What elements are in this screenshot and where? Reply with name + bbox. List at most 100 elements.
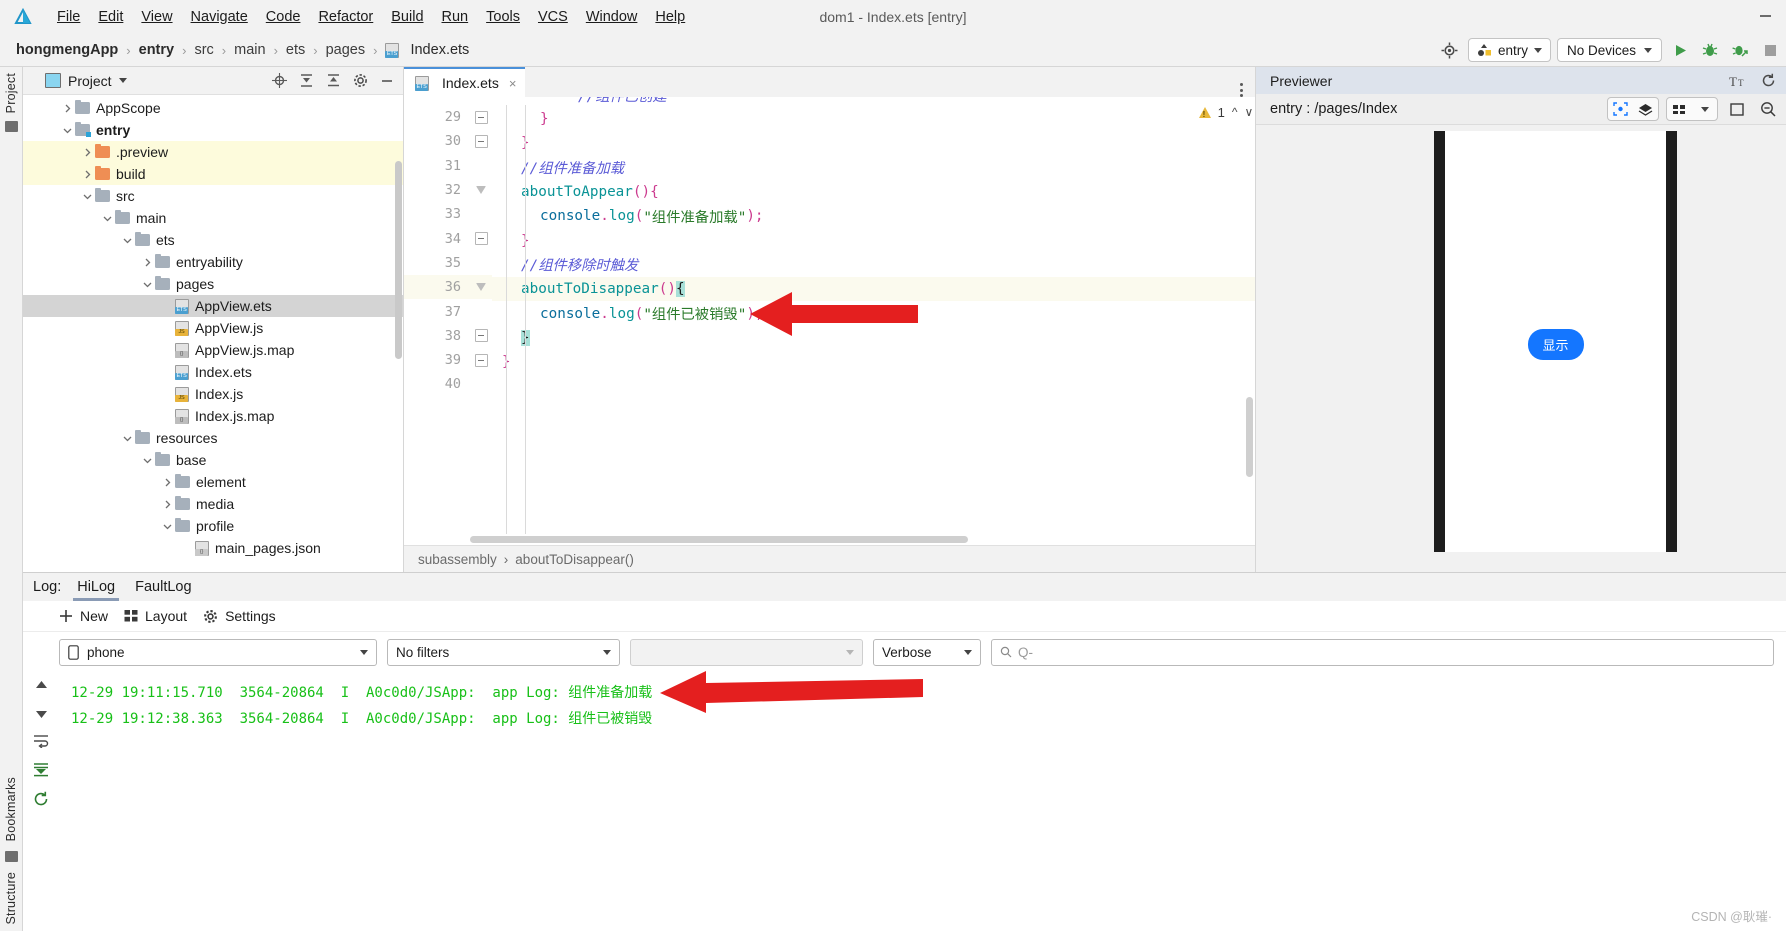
log-search-input[interactable]: Q- [991, 638, 1774, 666]
scroll-down-icon[interactable] [34, 707, 49, 720]
zoom-out-icon[interactable] [1756, 97, 1780, 121]
menu-item-edit[interactable]: Edit [89, 6, 132, 28]
tool-window-button-bookmarks[interactable]: Bookmarks [4, 777, 18, 841]
tree-item-index-ets[interactable]: ETS Index.ets [23, 361, 403, 383]
code-line[interactable]: aboutToAppear(){ [492, 180, 1255, 204]
code-line[interactable]: console. log("组件已被销毁"); [492, 301, 1255, 325]
code-line[interactable]: } [492, 228, 1255, 252]
status-path-method[interactable]: aboutToDisappear() [515, 552, 634, 567]
font-size-icon[interactable]: TT [1729, 74, 1747, 88]
layout-button[interactable]: Layout [124, 608, 187, 624]
chevron-down-icon[interactable] [119, 236, 135, 245]
tree-item-ets[interactable]: ets [23, 229, 403, 251]
layers-icon[interactable] [1633, 98, 1658, 120]
menu-item-tools[interactable]: Tools [477, 6, 529, 28]
previous-problem-icon[interactable]: ^ [1232, 105, 1238, 119]
menu-item-file[interactable]: File [48, 6, 89, 28]
tree-item-appscope[interactable]: AppScope [23, 97, 403, 119]
inspection-widget[interactable]: 1 ^ ∨ [1197, 97, 1255, 127]
tree-item-src[interactable]: src [23, 185, 403, 207]
fold-marker[interactable] [470, 348, 492, 372]
chevron-right-icon[interactable] [59, 104, 75, 113]
menu-item-view[interactable]: View [132, 6, 181, 28]
status-path-subassembly[interactable]: subassembly [418, 552, 497, 567]
tree-item-element[interactable]: element [23, 471, 403, 493]
code-line[interactable]: console. log("组件准备加载"); [492, 204, 1255, 228]
preview-show-button[interactable]: 显示 [1527, 329, 1584, 360]
chevron-down-icon[interactable] [139, 456, 155, 465]
device-filter-select[interactable]: phone [59, 638, 377, 666]
code-line[interactable]: aboutToDisappear(){ [492, 277, 1255, 302]
editor-tab-index-ets[interactable]: ETS Index.ets × [404, 67, 526, 97]
device-selector[interactable]: No Devices [1556, 38, 1662, 62]
breadcrumb-item-project[interactable]: hongmengApp [14, 42, 120, 58]
fold-marker[interactable] [470, 324, 492, 348]
restart-icon[interactable] [33, 791, 49, 807]
menu-item-vcs[interactable]: VCS [529, 6, 577, 28]
chevron-down-icon[interactable] [159, 522, 175, 531]
fold-marker[interactable] [470, 105, 492, 129]
tree-item-base[interactable]: base [23, 449, 403, 471]
expand-all-icon[interactable] [299, 73, 314, 88]
editor-vertical-scrollbar[interactable] [1246, 397, 1253, 477]
chevron-down-icon[interactable] [99, 214, 115, 223]
chevron-right-icon[interactable] [159, 500, 175, 509]
project-tree[interactable]: AppScope entry .preview build src main ets entr… [23, 95, 403, 572]
tab-faultlog[interactable]: FaultLog [125, 573, 201, 601]
breadcrumb-item-main[interactable]: main [232, 42, 267, 58]
run-icon[interactable] [1668, 38, 1692, 62]
menu-item-help[interactable]: Help [646, 6, 694, 28]
tree-item-index-js-map[interactable]: {} Index.js.map [23, 405, 403, 427]
code-line[interactable]: //组件移除时触发 [492, 253, 1255, 277]
chevron-right-icon[interactable] [139, 258, 155, 267]
debug-icon[interactable] [1698, 38, 1722, 62]
chevron-down-icon[interactable] [1692, 98, 1717, 120]
soft-wrap-icon[interactable] [33, 734, 49, 748]
inspector-icon[interactable] [1608, 98, 1633, 120]
menu-item-refactor[interactable]: Refactor [309, 6, 382, 28]
fold-marker[interactable] [470, 275, 492, 300]
tree-item-media[interactable]: media [23, 493, 403, 515]
collapse-all-icon[interactable] [326, 73, 341, 88]
hide-icon[interactable] [380, 74, 394, 88]
code-folding-column[interactable] [470, 97, 492, 534]
breadcrumb-item-pages[interactable]: pages [324, 42, 368, 58]
fold-marker[interactable] [470, 178, 492, 202]
next-problem-icon[interactable]: ∨ [1245, 105, 1254, 119]
tree-item-entryability[interactable]: entryability [23, 251, 403, 273]
tool-window-button-project[interactable]: Project [4, 73, 18, 113]
tree-item-main-pages-json[interactable]: {} main_pages.json [23, 537, 403, 559]
code-text[interactable]: //组件已创建}}//组件准备加载aboutToAppear(){console… [492, 97, 1255, 534]
close-icon[interactable]: × [509, 76, 517, 91]
code-area[interactable]: 1 ^ ∨ 29 30 31 32 33 34 35 36 37 38 39 40 //组件已创建}}… [404, 97, 1255, 534]
chevron-down-icon[interactable] [139, 280, 155, 289]
breadcrumb-item-entry[interactable]: entry [137, 42, 176, 58]
chevron-right-icon[interactable] [79, 148, 95, 157]
log-settings-button[interactable]: Settings [203, 608, 276, 624]
refresh-icon[interactable] [1761, 73, 1776, 88]
chevron-down-icon[interactable] [59, 126, 75, 135]
chevron-down-icon[interactable] [119, 434, 135, 443]
settings-icon[interactable] [353, 73, 368, 88]
tab-hilog[interactable]: HiLog [67, 573, 125, 601]
scroll-up-icon[interactable] [34, 680, 49, 693]
code-line[interactable]: } [492, 326, 1255, 350]
menu-item-run[interactable]: Run [433, 6, 478, 28]
tree-item--preview[interactable]: .preview [23, 141, 403, 163]
tree-item-build[interactable]: build [23, 163, 403, 185]
tree-item-profile[interactable]: profile [23, 515, 403, 537]
tree-item-entry[interactable]: entry [23, 119, 403, 141]
log-output-area[interactable]: 12-29 19:11:15.710 3564-20864 I A0c0d0/J… [23, 672, 1786, 931]
chevron-right-icon[interactable] [79, 170, 95, 179]
menu-item-navigate[interactable]: Navigate [182, 6, 257, 28]
target-icon[interactable] [1438, 38, 1462, 62]
tool-window-button-structure[interactable]: Structure [4, 872, 18, 925]
tree-item-appview-js[interactable]: JS AppView.js [23, 317, 403, 339]
chevron-right-icon[interactable] [159, 478, 175, 487]
locate-icon[interactable] [272, 73, 287, 88]
tree-item-appview-js-map[interactable]: {} AppView.js.map [23, 339, 403, 361]
process-select[interactable] [630, 638, 863, 666]
breadcrumb-item-src[interactable]: src [192, 42, 215, 58]
attach-debugger-icon[interactable] [1728, 38, 1752, 62]
tree-item-resources[interactable]: resources [23, 427, 403, 449]
